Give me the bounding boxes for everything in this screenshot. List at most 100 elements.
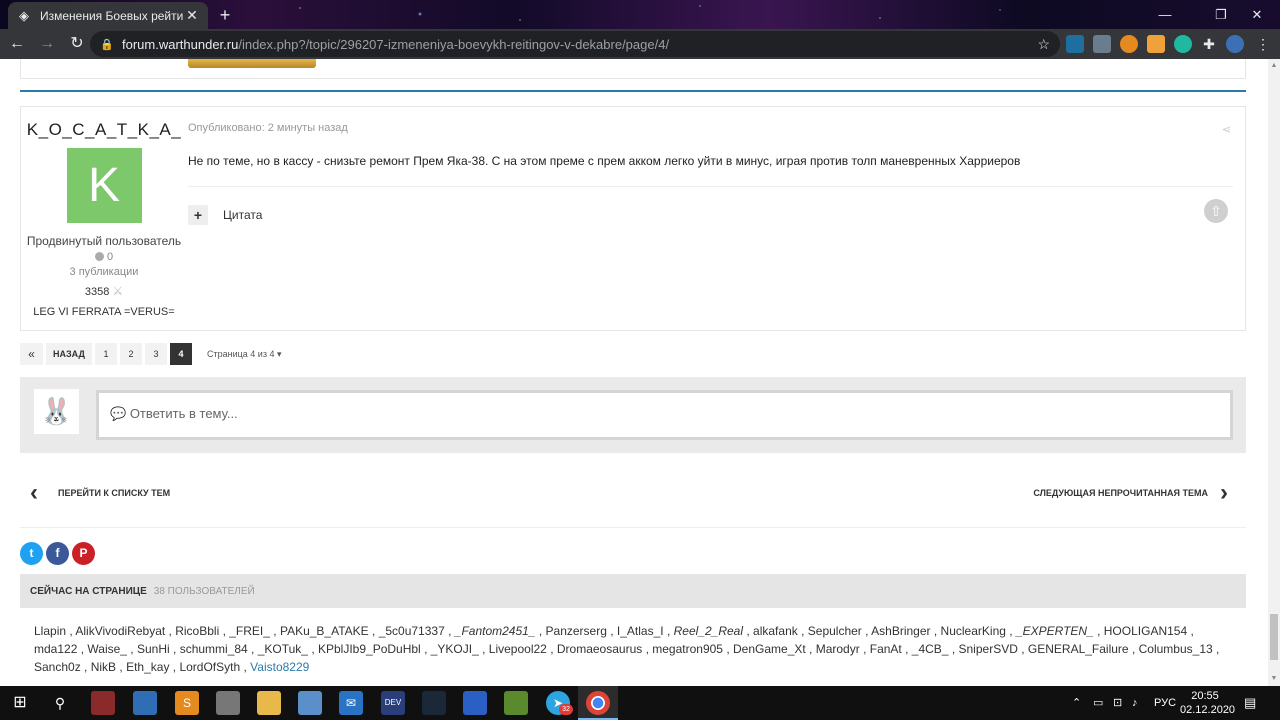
- notepad-icon[interactable]: [298, 691, 322, 715]
- online-user-link[interactable]: FanAt: [870, 642, 902, 656]
- back-arrow-icon[interactable]: ←: [4, 31, 30, 57]
- online-user-link[interactable]: PAKu_B_ATAKE: [280, 624, 369, 638]
- browser-menu-icon[interactable]: ⋮: [1254, 35, 1272, 53]
- network-icon[interactable]: ⊡: [1113, 686, 1122, 720]
- extension-icon[interactable]: [1174, 35, 1192, 53]
- extensions-puzzle-icon[interactable]: ✚: [1200, 35, 1218, 53]
- online-user-link[interactable]: I_Atlas_I: [617, 624, 664, 638]
- quote-button[interactable]: Цитата: [223, 208, 262, 222]
- profile-avatar[interactable]: [1226, 35, 1244, 53]
- page-1-button[interactable]: 1: [95, 343, 117, 365]
- online-user-link[interactable]: _FREI_: [229, 624, 270, 638]
- windows-start-icon[interactable]: ⊞: [8, 691, 32, 715]
- online-user-link[interactable]: alkafank: [753, 624, 798, 638]
- back-to-topics-link[interactable]: ‹ ПЕРЕЙТИ К СПИСКУ ТЕМ: [30, 478, 170, 508]
- page-2-button[interactable]: 2: [120, 343, 142, 365]
- online-user-link[interactable]: AlikVivodiRebyat: [75, 624, 165, 638]
- online-user-link[interactable]: SunHi: [137, 642, 170, 656]
- battery-icon[interactable]: ▭: [1093, 686, 1103, 720]
- facebook-icon[interactable]: f: [46, 542, 69, 565]
- bookmark-star-icon[interactable]: ☆: [1037, 36, 1050, 53]
- next-unread-topic-link[interactable]: СЛЕДУЮЩАЯ НЕПРОЧИТАННАЯ ТЕМА ›: [1033, 478, 1236, 508]
- scroll-up-icon[interactable]: ▲: [1268, 59, 1280, 73]
- scroll-down-icon[interactable]: ▼: [1268, 672, 1280, 686]
- online-user-link[interactable]: Reel_2_Real: [674, 624, 743, 638]
- language-indicator[interactable]: РУС: [1154, 686, 1176, 720]
- page-jump-dropdown[interactable]: Страница 4 из 4 ▾: [207, 349, 282, 360]
- mail-icon[interactable]: ✉: [339, 691, 363, 715]
- minecraft-icon[interactable]: [504, 691, 528, 715]
- online-user-link[interactable]: _YKOJI_: [431, 642, 479, 656]
- chrome-icon[interactable]: [586, 691, 610, 715]
- app-icon[interactable]: [216, 691, 240, 715]
- online-user-link[interactable]: DenGame_Xt: [733, 642, 806, 656]
- address-bar[interactable]: 🔒 forum.warthunder.ru/index.php?/topic/2…: [90, 31, 1060, 57]
- sublime-text-icon[interactable]: S: [175, 691, 199, 715]
- extension-icon[interactable]: [1120, 35, 1138, 53]
- new-tab-button[interactable]: +: [214, 4, 236, 26]
- twitter-icon[interactable]: t: [20, 542, 43, 565]
- online-user-link[interactable]: Waise_: [87, 642, 127, 656]
- online-user-link[interactable]: _5c0u71337: [379, 624, 445, 638]
- online-user-link[interactable]: _Fantom2451_: [455, 624, 536, 638]
- avatar[interactable]: K: [66, 148, 142, 223]
- monitor-app-icon[interactable]: [463, 691, 487, 715]
- extension-icon[interactable]: [1093, 35, 1111, 53]
- extension-icon[interactable]: [1147, 35, 1165, 53]
- page-3-button[interactable]: 3: [145, 343, 167, 365]
- online-user-link[interactable]: KPblJIb9_PoDuHbl: [318, 642, 421, 656]
- online-user-link[interactable]: _KOTuk_: [258, 642, 308, 656]
- online-user-link[interactable]: NuclearKing: [941, 624, 1006, 638]
- online-user-link[interactable]: _EXPERTEN_: [1016, 624, 1094, 638]
- online-user-link[interactable]: Dromaeosaurus: [557, 642, 642, 656]
- extension-icon[interactable]: [1066, 35, 1084, 53]
- upvote-arrow-icon[interactable]: ⇧: [1204, 199, 1228, 223]
- online-user-link[interactable]: Sanch0z: [34, 660, 81, 674]
- online-user-link[interactable]: Llapin: [34, 624, 66, 638]
- notifications-icon[interactable]: ▤: [1244, 686, 1256, 720]
- forward-arrow-icon[interactable]: →: [34, 31, 60, 57]
- share-icon[interactable]: ⋖: [1222, 123, 1231, 136]
- first-page-button[interactable]: «: [20, 343, 43, 365]
- file-explorer-icon[interactable]: [257, 691, 281, 715]
- app-icon[interactable]: [133, 691, 157, 715]
- online-user-link[interactable]: Livepool22: [489, 642, 547, 656]
- online-user-link[interactable]: LordOfSyth: [179, 660, 240, 674]
- online-user-link[interactable]: SniperSVD: [959, 642, 1018, 656]
- pinterest-icon[interactable]: P: [72, 542, 95, 565]
- online-user-link[interactable]: schummi_84: [180, 642, 248, 656]
- online-user-link[interactable]: HOOLIGAN154: [1104, 624, 1187, 638]
- minimize-icon[interactable]: —: [1142, 0, 1188, 29]
- page-scrollbar[interactable]: ▲ ▼: [1268, 59, 1280, 686]
- scrollbar-thumb[interactable]: [1270, 614, 1278, 660]
- reload-icon[interactable]: ↻: [64, 31, 90, 57]
- online-user-link[interactable]: Eth_kay: [126, 660, 169, 674]
- online-user-link[interactable]: RicoBbli: [175, 624, 219, 638]
- search-icon[interactable]: ⚲: [48, 691, 72, 715]
- online-user-link[interactable]: Panzerserg: [546, 624, 607, 638]
- online-user-link[interactable]: megatron905: [652, 642, 723, 656]
- online-user-link[interactable]: NikB: [91, 660, 116, 674]
- online-user-link[interactable]: _4CB_: [912, 642, 949, 656]
- multiquote-button[interactable]: +: [188, 205, 208, 225]
- prev-page-button[interactable]: НАЗАД: [46, 343, 92, 365]
- online-user-link[interactable]: AshBringer: [871, 624, 930, 638]
- dev-app-icon[interactable]: DEV: [381, 691, 405, 715]
- online-user-link[interactable]: Sepulcher: [808, 624, 862, 638]
- volume-icon[interactable]: ♪: [1132, 686, 1138, 720]
- author-name[interactable]: K_O_C_A_T_K_A_: [21, 120, 187, 140]
- steam-icon[interactable]: [422, 691, 446, 715]
- winrar-icon[interactable]: [91, 691, 115, 715]
- online-user-link[interactable]: Vaisto8229: [250, 660, 309, 674]
- tab-close-icon[interactable]: ✕: [184, 7, 200, 24]
- clock[interactable]: 20:55 02.12.2020: [1180, 689, 1235, 717]
- page-4-button[interactable]: 4: [170, 343, 192, 365]
- window-close-icon[interactable]: ✕: [1234, 0, 1280, 29]
- online-user-link[interactable]: mda122: [34, 642, 77, 656]
- browser-tab[interactable]: ◈ Изменения Боевых рейтингов ✕: [8, 2, 208, 29]
- online-user-link[interactable]: GENERAL_Failure: [1028, 642, 1129, 656]
- reply-input[interactable]: 💬 Ответить в тему...: [96, 390, 1233, 440]
- tray-chevron-icon[interactable]: ⌃: [1072, 686, 1081, 720]
- online-user-link[interactable]: Columbus_13: [1139, 642, 1213, 656]
- online-user-link[interactable]: Marodyr: [816, 642, 860, 656]
